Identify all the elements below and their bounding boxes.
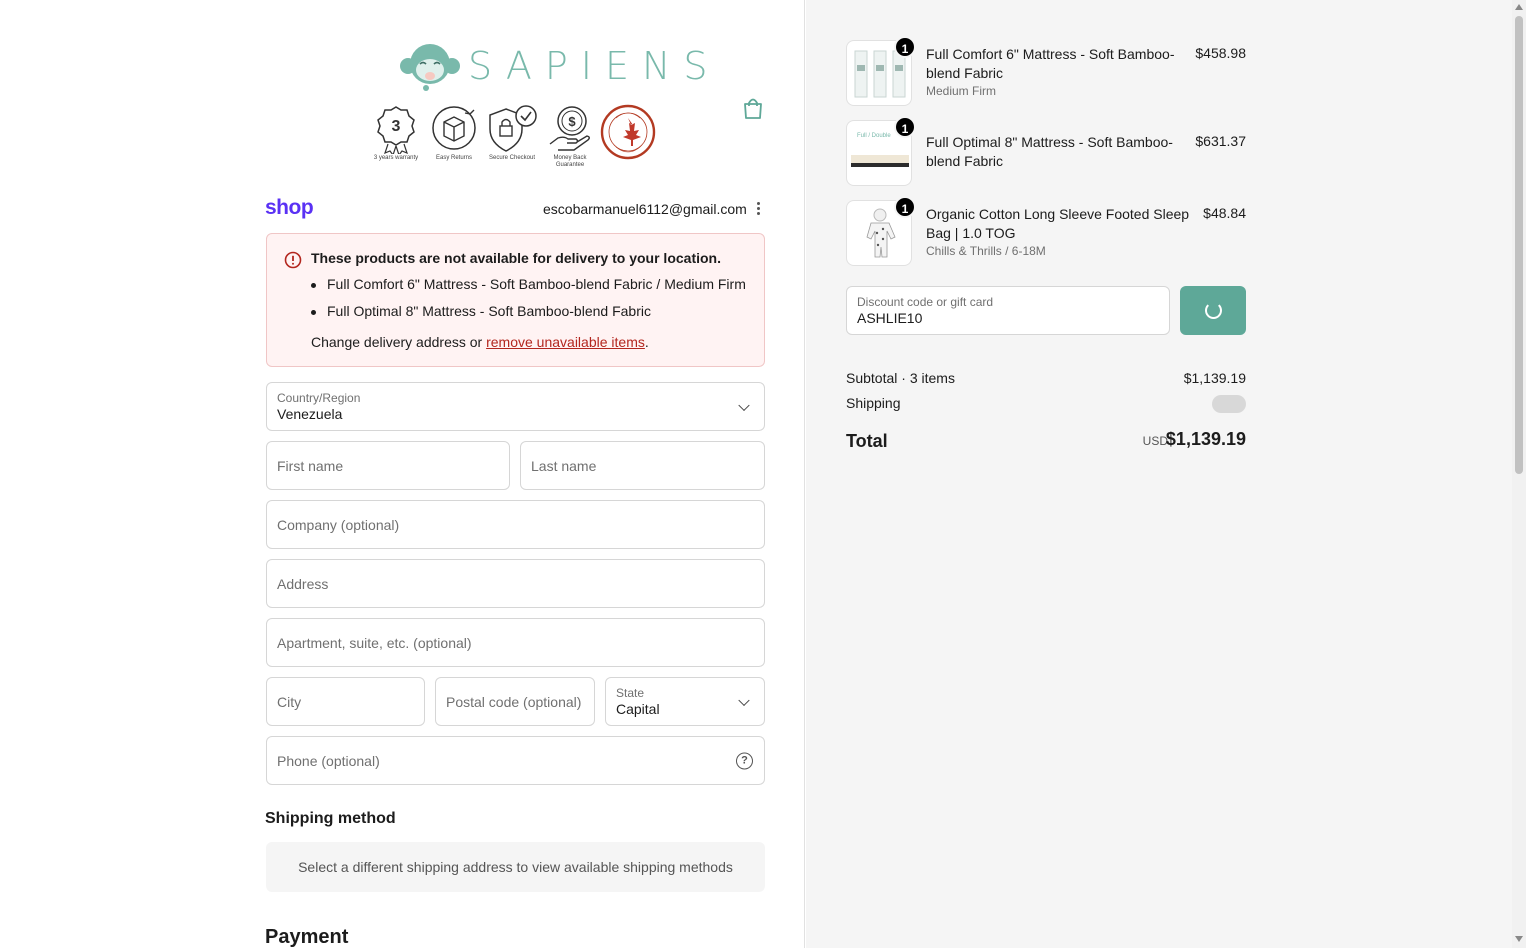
badge-caption: Easy Returns xyxy=(435,155,472,161)
remove-unavailable-items-link[interactable]: remove unavailable items xyxy=(486,334,645,350)
quantity-badge: 1 xyxy=(894,36,916,58)
scroll-up-arrow-icon[interactable] xyxy=(1515,4,1523,10)
last-name-input[interactable]: Last name xyxy=(520,441,765,490)
monkey-mascot-icon xyxy=(400,44,460,91)
alert-footer: Change delivery address or remove unavai… xyxy=(311,334,649,350)
total-currency: USD xyxy=(1142,434,1168,448)
badge-made-in-canada xyxy=(600,104,656,174)
country-value: Venezuela xyxy=(277,406,343,422)
state-value: Capital xyxy=(616,701,660,717)
cart-line-item: 1 Organic Cotton Long Sleeve Footed Slee… xyxy=(846,196,1246,266)
unavailable-products-alert: These products are not available for del… xyxy=(266,233,765,367)
company-input[interactable]: Company (optional) xyxy=(266,500,765,549)
badge-caption: 3 years warranty xyxy=(373,155,419,161)
money-back-hand-icon: $ xyxy=(549,106,590,151)
apartment-input[interactable]: Apartment, suite, etc. (optional) xyxy=(266,618,765,667)
account-email: escobarmanuel6112@gmail.com xyxy=(543,201,747,217)
state-select[interactable]: State Capital xyxy=(605,677,765,726)
help-question-icon[interactable]: ? xyxy=(736,752,753,769)
svg-text:3: 3 xyxy=(392,118,401,135)
scroll-down-arrow-icon[interactable] xyxy=(1515,936,1523,942)
loading-spinner-icon xyxy=(1205,302,1222,319)
svg-text:$: $ xyxy=(568,114,576,129)
first-name-placeholder: First name xyxy=(277,457,344,474)
postal-code-placeholder: Postal code (optional) xyxy=(446,693,582,710)
account-menu-icon[interactable] xyxy=(753,201,763,217)
payment-title: Payment xyxy=(265,926,349,948)
discount-code-input[interactable]: Discount code or gift card ASHLIE10 xyxy=(846,286,1170,335)
subtotal-value: $1,139.19 xyxy=(1183,370,1246,386)
unavailable-items-list: Full Comfort 6" Mattress - Soft Bamboo-b… xyxy=(311,276,746,330)
last-name-placeholder: Last name xyxy=(531,457,597,474)
address-input[interactable]: Address xyxy=(266,559,765,608)
badge-caption: Money Back Guarantee xyxy=(553,155,587,168)
quantity-badge: 1 xyxy=(894,196,916,218)
thumbnail-label: Full / Double xyxy=(857,133,891,139)
badge-returns: Easy Returns xyxy=(430,104,478,174)
total-row: Total USD $1,139.19 xyxy=(846,429,1246,453)
alert-title: These products are not available for del… xyxy=(311,250,721,266)
shopping-bag-icon[interactable] xyxy=(742,96,764,120)
item-price: $458.98 xyxy=(1195,45,1246,61)
phone-placeholder: Phone (optional) xyxy=(277,752,380,769)
shipping-method-title: Shipping method xyxy=(265,810,396,827)
apartment-placeholder: Apartment, suite, etc. (optional) xyxy=(277,634,472,651)
warranty-ribbon-icon: 3 xyxy=(377,106,415,154)
total-label: Total xyxy=(846,431,888,451)
badge-caption: Secure Checkout xyxy=(488,155,536,161)
alert-footer-text: Change delivery address or xyxy=(311,334,487,350)
trust-badges: 3 3 years warranty Easy Returns Secure C… xyxy=(372,104,672,174)
item-price: $48.84 xyxy=(1203,205,1246,221)
alert-footer-punctuation: . xyxy=(644,334,649,350)
shipping-label: Shipping xyxy=(846,395,901,411)
country-select[interactable]: Country/Region Venezuela xyxy=(266,382,765,431)
postal-code-input[interactable]: Postal code (optional) xyxy=(435,677,595,726)
discount-label: Discount code or gift card xyxy=(857,295,994,309)
badge-money-back: $ Money Back Guarantee xyxy=(546,104,594,174)
badge-warranty: 3 3 years warranty xyxy=(372,104,420,174)
shipping-method-message: Select a different shipping address to v… xyxy=(266,842,765,892)
item-variant: Medium Firm xyxy=(926,84,997,98)
cart-line-item: Full / Double 1 Full Optimal 8" Mattress… xyxy=(846,116,1246,186)
error-circle-icon xyxy=(284,251,302,269)
secure-checkout-shield-icon xyxy=(489,105,537,152)
brand-wordmark: SAPIENS xyxy=(468,44,721,88)
made-in-canada-seal-icon xyxy=(600,104,656,160)
item-price: $631.37 xyxy=(1195,133,1246,149)
country-label: Country/Region xyxy=(277,391,361,405)
cart-line-item: 1 Full Comfort 6" Mattress - Soft Bamboo… xyxy=(846,36,1246,106)
item-name: Full Optimal 8" Mattress - Soft Bamboo-b… xyxy=(926,134,1173,169)
item-variant: Chills & Thrills / 6-18M xyxy=(926,244,1046,258)
city-input[interactable]: City xyxy=(266,677,425,726)
badge-secure: Secure Checkout xyxy=(488,104,537,174)
shop-pay-logo[interactable]: shop xyxy=(265,196,314,220)
checkout-form-panel: SAPIENS 3 3 years warranty Easy Returns xyxy=(0,0,805,948)
item-name: Organic Cotton Long Sleeve Footed Sleep … xyxy=(926,206,1190,241)
list-item: Full Comfort 6" Mattress - Soft Bamboo-b… xyxy=(311,276,746,292)
subtotal-label: Subtotal · 3 items xyxy=(846,370,955,386)
item-name: Full Comfort 6" Mattress - Soft Bamboo-b… xyxy=(926,46,1175,81)
shipping-row: Shipping xyxy=(846,395,1246,413)
company-placeholder: Company (optional) xyxy=(277,516,400,533)
phone-input[interactable]: Phone (optional) ? xyxy=(266,736,765,785)
quantity-badge: 1 xyxy=(894,116,916,138)
shipping-loading-placeholder xyxy=(1212,395,1246,413)
page-scrollbar[interactable] xyxy=(1512,0,1526,948)
first-name-input[interactable]: First name xyxy=(266,441,510,490)
easy-returns-box-icon xyxy=(432,106,476,150)
state-label: State xyxy=(616,686,645,700)
city-placeholder: City xyxy=(277,693,302,710)
chevron-down-icon xyxy=(738,399,750,411)
address-placeholder: Address xyxy=(277,575,329,592)
chevron-down-icon xyxy=(738,694,750,706)
discount-value: ASHLIE10 xyxy=(857,310,923,326)
scrollbar-thumb[interactable] xyxy=(1515,16,1523,474)
apply-discount-button[interactable] xyxy=(1180,286,1246,335)
list-item: Full Optimal 8" Mattress - Soft Bamboo-b… xyxy=(311,303,746,319)
brand-logo[interactable]: SAPIENS xyxy=(398,40,708,96)
subtotal-row: Subtotal · 3 items $1,139.19 xyxy=(846,370,1246,388)
total-value: $1,139.19 xyxy=(1165,429,1246,449)
